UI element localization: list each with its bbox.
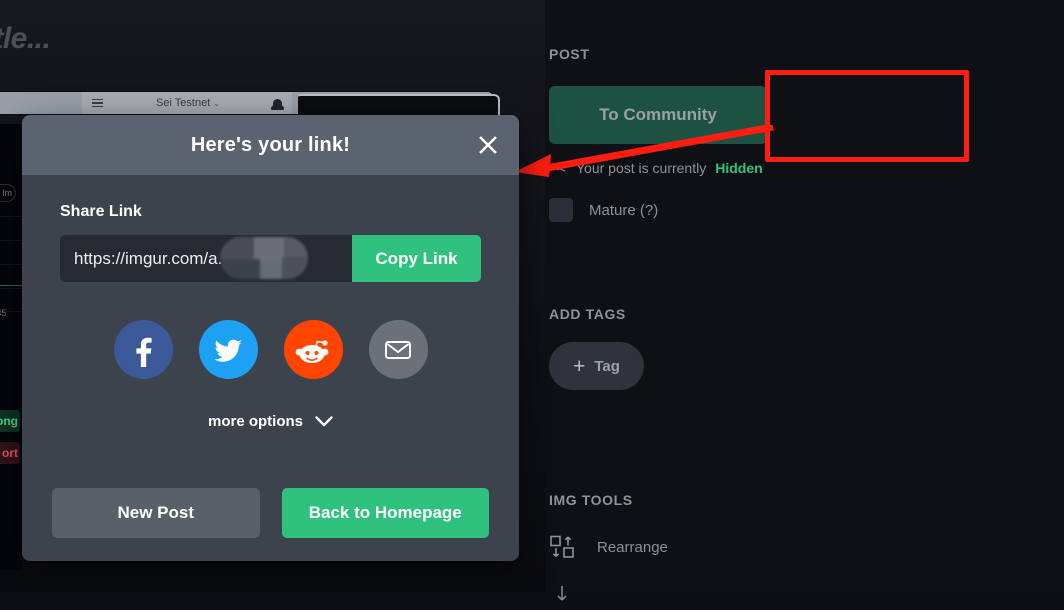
to-community-button[interactable]: To Community xyxy=(549,86,767,144)
tool-label-rearrange: Rearrange xyxy=(597,538,668,556)
share-link-label: Share Link xyxy=(60,203,142,220)
post-sidebar: POST To Community Grab Link Your post is… xyxy=(545,0,1064,601)
back-to-homepage-label: Back to Homepage xyxy=(308,503,462,522)
mature-label: Mature (?) xyxy=(589,201,659,219)
new-post-label: New Post xyxy=(117,503,195,522)
to-community-label: To Community xyxy=(599,105,717,124)
imgur-upload-page: title... lm :45 tion ong ort Sei Testnet… xyxy=(0,0,1064,601)
img-tools-section-title: IMG TOOLS xyxy=(549,492,633,508)
copy-link-label: Copy Link xyxy=(375,248,458,268)
reddit-share-button[interactable] xyxy=(283,320,343,379)
trading-chart-panel: lm :45 tion ong ort xyxy=(0,124,22,570)
chevron-down-icon xyxy=(315,416,333,427)
eye-off-icon xyxy=(549,163,567,172)
post-title-placeholder: title... xyxy=(0,22,51,55)
social-share-row xyxy=(60,320,481,379)
more-options-toggle[interactable]: more options xyxy=(60,413,481,430)
chart-gridlines xyxy=(0,216,22,312)
redaction-blur xyxy=(220,237,308,279)
add-tags-section-title: ADD TAGS xyxy=(549,306,626,322)
twitter-icon xyxy=(214,339,242,362)
chart-pill-label: lm xyxy=(0,184,16,202)
facebook-share-button[interactable] xyxy=(113,320,173,379)
post-section-title: POST xyxy=(549,46,590,62)
email-icon xyxy=(385,340,411,359)
tool-item-next[interactable] xyxy=(549,584,575,610)
rearrange-icon xyxy=(550,535,574,558)
share-link-input[interactable]: https://imgur.com/a. xyxy=(60,235,352,282)
modal-footer: New Post Back to Homepage xyxy=(22,465,519,561)
share-link-modal: Here's your link! Share Link https://img… xyxy=(22,115,519,561)
modal-title: Here's your link! xyxy=(190,133,351,156)
new-post-button[interactable]: New Post xyxy=(52,488,260,538)
wallet-network-selector[interactable]: Sei Testnet ⌄ xyxy=(156,97,220,109)
post-visibility-status: Your post is currently Hidden xyxy=(549,160,763,176)
mature-checkbox-row[interactable]: Mature (?) xyxy=(549,198,658,222)
hamburger-icon[interactable] xyxy=(92,98,103,108)
mature-checkbox[interactable] xyxy=(549,198,573,222)
long-button[interactable]: ong xyxy=(0,410,20,432)
modal-body: Share Link https://imgur.com/a. Copy Lin… xyxy=(22,175,519,430)
add-tag-label: Tag xyxy=(594,357,620,375)
reddit-icon xyxy=(295,339,329,363)
chevron-down-icon: ⌄ xyxy=(213,98,220,108)
download-icon xyxy=(557,586,567,601)
wallet-popup-right-panel xyxy=(298,94,500,116)
person-icon[interactable] xyxy=(271,98,284,110)
add-tag-button[interactable]: + Tag xyxy=(549,342,644,390)
twitter-share-button[interactable] xyxy=(198,320,258,379)
more-options-label: more options xyxy=(207,413,303,430)
share-link-row: https://imgur.com/a. Copy Link xyxy=(60,235,481,282)
visibility-value: Hidden xyxy=(715,160,763,176)
tool-item-rearrange[interactable]: Rearrange xyxy=(549,534,668,560)
wallet-popup-inner: Sei Testnet ⌄ xyxy=(82,92,292,114)
close-icon[interactable] xyxy=(473,130,503,160)
share-link-value: https://imgur.com/a. xyxy=(74,248,223,268)
modal-header: Here's your link! xyxy=(22,115,519,175)
plus-icon: + xyxy=(573,354,586,378)
back-to-homepage-button[interactable]: Back to Homepage xyxy=(281,488,489,538)
wallet-network-label: Sei Testnet xyxy=(156,97,211,109)
facebook-icon xyxy=(136,337,152,367)
chart-series-line xyxy=(0,285,22,286)
chart-time-label: :45 xyxy=(0,308,7,318)
copy-link-button[interactable]: Copy Link xyxy=(352,235,481,282)
chart-text-fragment: tion xyxy=(0,380,1,390)
short-button[interactable]: ort xyxy=(0,442,20,464)
email-share-button[interactable] xyxy=(368,320,428,379)
visibility-text: Your post is currently xyxy=(576,160,707,176)
